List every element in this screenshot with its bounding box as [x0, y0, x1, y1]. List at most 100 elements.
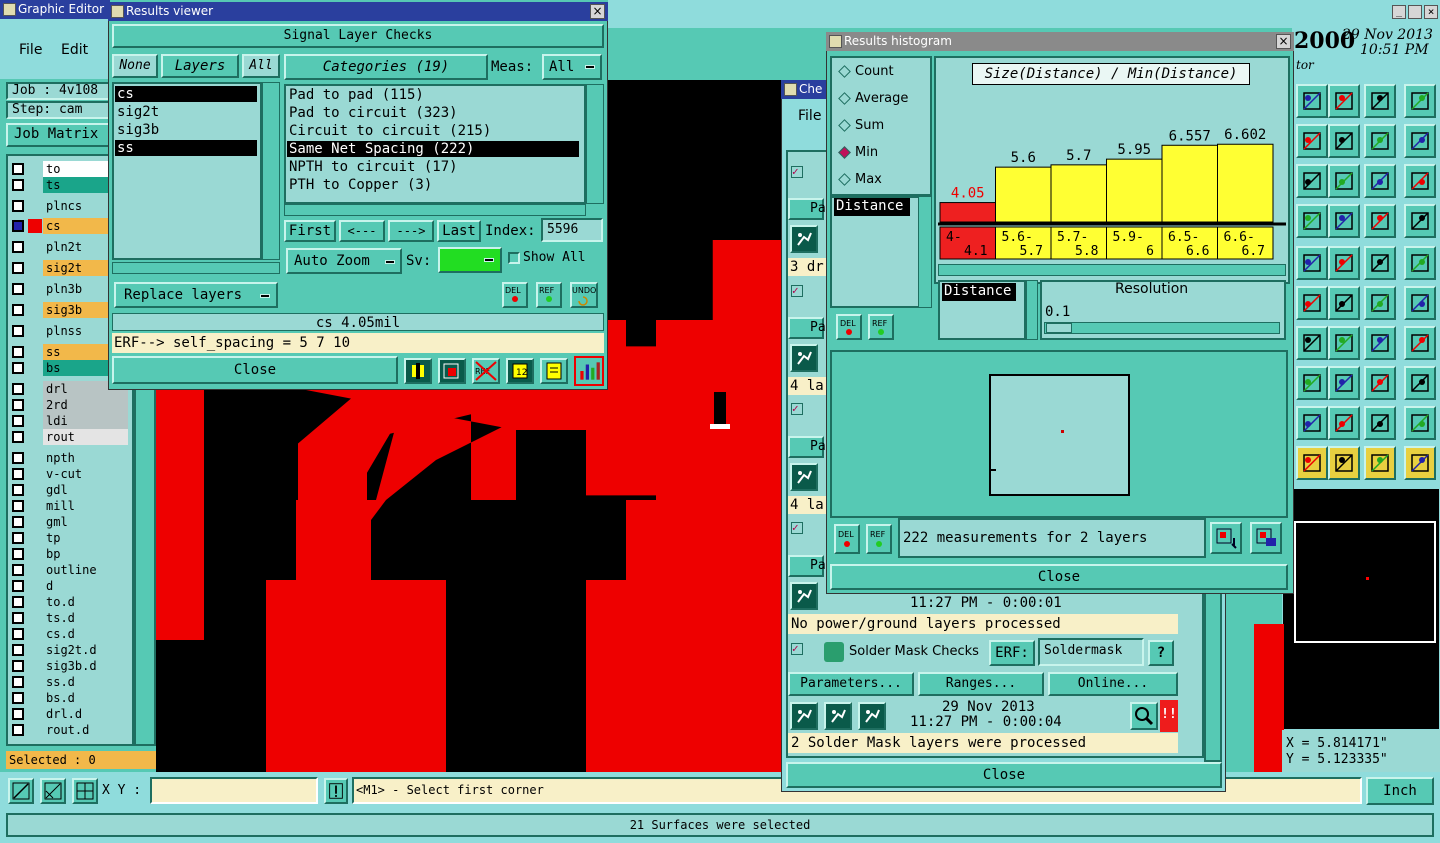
histogram-del-button[interactable]: DEL: [836, 314, 862, 340]
histogram-icon[interactable]: [574, 356, 604, 386]
view-toggle-icon-3[interactable]: REF: [472, 358, 500, 384]
run-check-icon[interactable]: [790, 344, 818, 372]
category-list-vscroll[interactable]: [586, 84, 604, 204]
layer-checkbox[interactable]: [12, 612, 24, 624]
tool-button-icon[interactable]: [1404, 84, 1436, 118]
histogram-ref-button[interactable]: REF: [868, 314, 894, 340]
layer-row[interactable]: ldi: [8, 413, 128, 429]
layer-row[interactable]: rout: [8, 429, 128, 445]
check-enable-checkbox[interactable]: ✓: [791, 522, 803, 534]
tool-button-icon[interactable]: [1328, 286, 1360, 320]
checks-file-menu[interactable]: File: [798, 108, 821, 124]
run-check-icon[interactable]: [790, 702, 818, 730]
layer-row[interactable]: mill: [8, 498, 128, 514]
layer-checkbox[interactable]: [12, 362, 24, 374]
tool-button-icon[interactable]: [1296, 286, 1328, 320]
prev-button[interactable]: <---: [339, 220, 385, 242]
layer-checkbox[interactable]: [12, 676, 24, 688]
layers-label-button[interactable]: Layers: [161, 54, 239, 78]
check-enable-checkbox[interactable]: ✓: [791, 285, 803, 297]
tool-button-icon[interactable]: [1404, 366, 1436, 400]
layer-checkbox[interactable]: [12, 516, 24, 528]
layer-row[interactable]: bs.d: [8, 690, 128, 706]
tool-button-icon[interactable]: [1364, 326, 1396, 360]
tool-button-icon[interactable]: [1296, 84, 1328, 118]
layer-checkbox[interactable]: [12, 200, 24, 212]
layer-checkbox[interactable]: [12, 383, 24, 395]
categories-header[interactable]: Categories (19): [284, 54, 488, 80]
tool-button-icon[interactable]: [1364, 204, 1396, 238]
run-check-icon[interactable]: [790, 225, 818, 253]
help-button[interactable]: ?: [1148, 640, 1174, 666]
histogram-bar[interactable]: [939, 202, 996, 223]
layer-checkbox[interactable]: [12, 452, 24, 464]
viewer-layer-item[interactable]: cs: [115, 86, 257, 102]
layer-checkbox[interactable]: [12, 163, 24, 175]
category-item[interactable]: Pad to circuit (323): [287, 105, 579, 121]
layer-checkbox[interactable]: [12, 580, 24, 592]
run-check-icon[interactable]: [790, 582, 818, 610]
tool-button-icon[interactable]: [1364, 406, 1396, 440]
tool-button-icon[interactable]: [1328, 366, 1360, 400]
axis-field-item[interactable]: Distance: [942, 283, 1016, 301]
tool-button-icon[interactable]: [1404, 204, 1436, 238]
tool-button-icon[interactable]: [1328, 326, 1360, 360]
check-enable-checkbox[interactable]: ✓: [791, 166, 803, 178]
tool-button-icon[interactable]: [1404, 326, 1436, 360]
tool-button-icon[interactable]: [1328, 204, 1360, 238]
menu-edit[interactable]: Edit: [61, 42, 88, 58]
tool-button-icon[interactable]: [1364, 366, 1396, 400]
job-matrix-button[interactable]: Job Matrix: [6, 123, 110, 147]
layer-checkbox[interactable]: [12, 500, 24, 512]
category-item[interactable]: Same Net Spacing (222): [287, 141, 579, 157]
category-item[interactable]: Circuit to circuit (215): [287, 123, 579, 139]
zoom-area-icon[interactable]: [8, 778, 34, 804]
tool-button-icon[interactable]: [1404, 446, 1436, 480]
layer-list-vscroll[interactable]: [262, 82, 280, 260]
layer-row[interactable]: bp: [8, 546, 128, 562]
check-parameters-button[interactable]: Pa: [788, 198, 826, 220]
replace-layers-button[interactable]: Replace layers: [114, 282, 278, 308]
preview-ref-button[interactable]: REF: [866, 524, 892, 554]
layer-checkbox[interactable]: [12, 241, 24, 253]
layer-row[interactable]: outline: [8, 562, 128, 578]
exclamation-icon[interactable]: [324, 778, 348, 804]
tool-button-icon[interactable]: [1364, 246, 1396, 280]
tool-button-icon[interactable]: [1404, 124, 1436, 158]
histogram-bar[interactable]: [1050, 164, 1107, 223]
layer-checkbox[interactable]: [12, 564, 24, 576]
axis-field-scrollbar[interactable]: [1026, 280, 1038, 340]
layer-checkbox[interactable]: [12, 399, 24, 411]
layer-row[interactable]: cs.d: [8, 626, 128, 642]
run-check-icon-3[interactable]: [858, 702, 886, 730]
layer-row[interactable]: gdl: [8, 482, 128, 498]
measure-icon[interactable]: [40, 778, 66, 804]
tool-button-icon[interactable]: [1296, 204, 1328, 238]
tool-button-icon[interactable]: [1364, 84, 1396, 118]
tool-button-icon[interactable]: [1364, 446, 1396, 480]
auto-zoom-button[interactable]: Auto Zoom: [286, 248, 402, 274]
histogram-close-button[interactable]: Close: [830, 564, 1288, 590]
layer-row[interactable]: d: [8, 578, 128, 594]
layer-checkbox[interactable]: [12, 596, 24, 608]
online-button[interactable]: Online...: [1048, 672, 1178, 696]
meas-select[interactable]: All: [542, 54, 602, 80]
layer-row[interactable]: ss.d: [8, 674, 128, 690]
layer-checkbox[interactable]: [12, 708, 24, 720]
check-enable-checkbox[interactable]: ✓: [791, 643, 803, 655]
category-item[interactable]: PTH to Copper (3): [287, 177, 579, 193]
tool-button-icon[interactable]: [1328, 164, 1360, 198]
tool-button-icon[interactable]: [1328, 84, 1360, 118]
print-icon[interactable]: [1250, 522, 1282, 554]
tool-button-icon[interactable]: [1296, 246, 1328, 280]
tool-button-icon[interactable]: [1328, 246, 1360, 280]
view-toggle-icon-4[interactable]: 12: [506, 358, 534, 384]
layer-row[interactable]: sig3b.d: [8, 658, 128, 674]
tool-button-icon[interactable]: [1296, 446, 1328, 480]
layer-row[interactable]: ts.d: [8, 610, 128, 626]
tool-button-icon[interactable]: [1404, 406, 1436, 440]
category-list-hscroll[interactable]: [284, 204, 586, 216]
layer-checkbox[interactable]: [12, 415, 24, 427]
layer-checkbox[interactable]: [12, 262, 24, 274]
layer-checkbox[interactable]: [12, 484, 24, 496]
